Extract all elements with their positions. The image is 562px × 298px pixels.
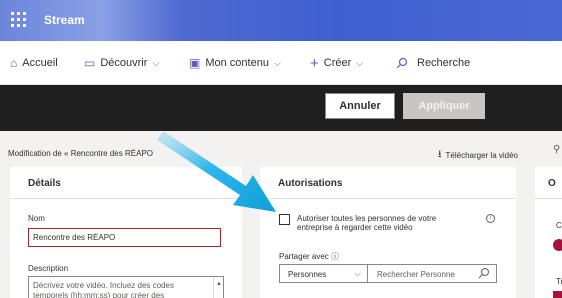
annotation-arrow <box>157 131 276 212</box>
